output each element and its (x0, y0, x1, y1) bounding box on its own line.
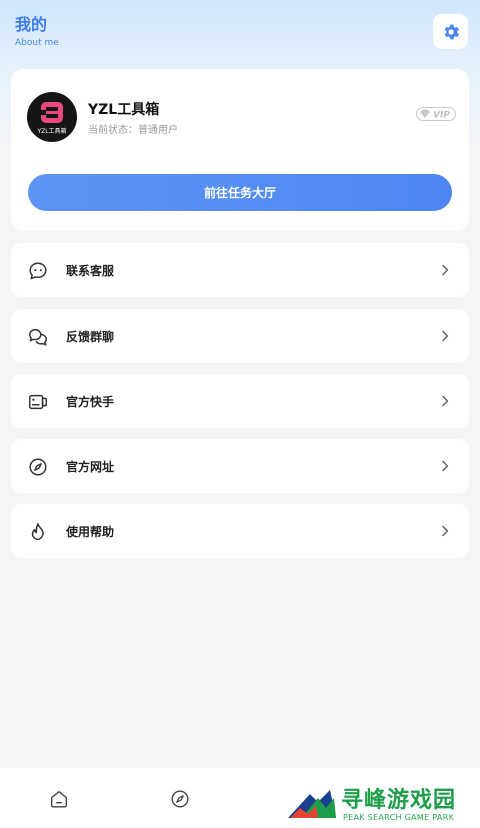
chevron-right-icon (442, 264, 449, 276)
mountain-logo-icon (288, 790, 336, 818)
menu-item-official-kuaishou[interactable]: 官方快手 (11, 374, 469, 428)
watermark: 寻峰游戏园 PEAK SEARCH GAME PARK (288, 782, 478, 826)
page-header: 我的 About me (15, 14, 59, 48)
home-icon[interactable] (48, 788, 70, 810)
status-label: 当前状态： (88, 125, 138, 136)
page-title: 我的 (15, 15, 48, 34)
video-camera-icon (29, 394, 47, 410)
profile-card: YZL工具箱 YZL工具箱 当前状态：普通用户 VIP 前往任务大厅 (11, 69, 469, 230)
page-subtitle: About me (15, 38, 59, 48)
menu-item-label: 使用帮助 (66, 525, 115, 539)
watermark-title: 寻峰游戏园 (341, 788, 457, 813)
settings-button[interactable] (433, 14, 468, 49)
task-hall-button[interactable]: 前往任务大厅 (28, 174, 452, 211)
menu-item-label: 反馈群聊 (66, 330, 115, 344)
flame-icon (31, 523, 44, 541)
vip-diamond-icon: VIP (416, 107, 456, 121)
group-chat-icon (29, 328, 47, 346)
profile-name: YZL工具箱 (88, 102, 160, 118)
chat-bubble-icon (29, 262, 47, 280)
vip-badge: VIP (416, 106, 456, 125)
menu-item-official-website[interactable]: 官方网址 (11, 439, 469, 493)
gear-icon (444, 24, 459, 39)
profile-status: 当前状态：普通用户 (88, 121, 178, 136)
menu-item-feedback-group[interactable]: 反馈群聊 (11, 309, 469, 363)
vip-text: VIP (433, 111, 450, 121)
avatar-label: YZL工具箱 (37, 128, 67, 135)
avatar[interactable]: YZL工具箱 (27, 92, 77, 142)
compass-icon (29, 458, 47, 476)
chevron-right-icon (442, 460, 449, 472)
status-value: 普通用户 (138, 125, 178, 136)
menu-item-label: 官方快手 (66, 395, 115, 409)
menu-item-help[interactable]: 使用帮助 (11, 504, 469, 558)
chevron-right-icon (442, 330, 449, 342)
menu-item-label: 官方网址 (66, 460, 115, 474)
chevron-right-icon (442, 395, 449, 407)
menu-item-customer-service[interactable]: 联系客服 (11, 243, 469, 297)
watermark-subtitle: PEAK SEARCH GAME PARK (343, 813, 455, 822)
chevron-right-icon (442, 525, 449, 537)
compass-icon[interactable] (169, 788, 191, 810)
menu-item-label: 联系客服 (66, 264, 115, 278)
